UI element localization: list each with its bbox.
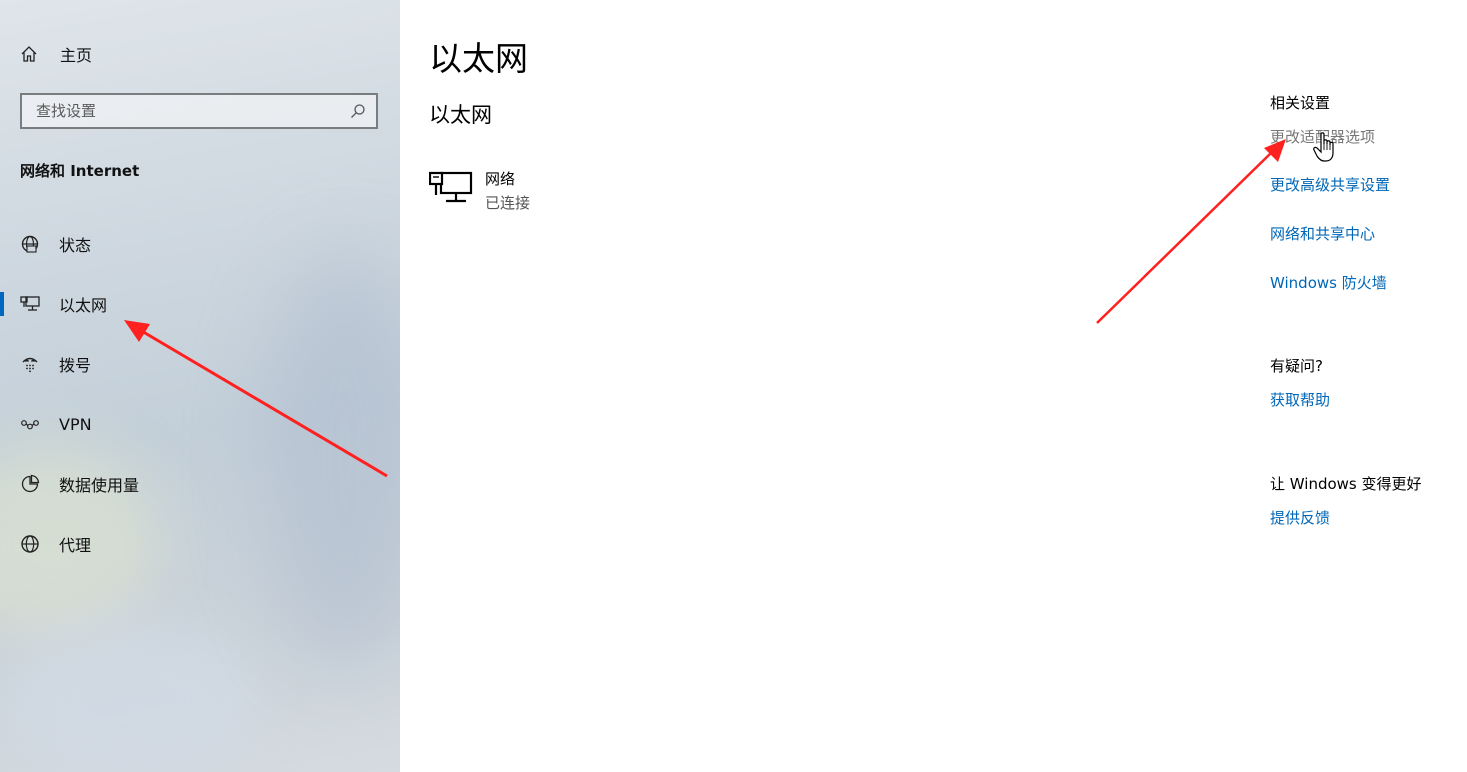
section-title: 网络和 Internet [20, 162, 140, 180]
network-name: 网络 [485, 170, 516, 188]
sidebar-item-label: 数据使用量 [59, 476, 140, 495]
sidebar-item-label: 以太网 [59, 296, 108, 315]
feedback-heading: 让 Windows 变得更好 [1270, 475, 1422, 493]
section-subtitle: 以太网 [429, 103, 492, 127]
ethernet-icon [20, 294, 40, 314]
get-help-link[interactable]: 获取帮助 [1270, 389, 1330, 410]
network-connection-item[interactable]: 网络 已连接 [428, 166, 629, 212]
hand-cursor-icon [1313, 132, 1334, 162]
selection-indicator [0, 292, 4, 316]
windows-firewall-link[interactable]: Windows 防火墙 [1270, 272, 1387, 293]
related-settings-heading: 相关设置 [1270, 94, 1331, 112]
sidebar-item-dialup[interactable]: 拨号 [0, 344, 400, 384]
give-feedback-link[interactable]: 提供反馈 [1270, 507, 1330, 528]
search-input[interactable] [36, 102, 350, 120]
globe-icon [20, 534, 40, 554]
network-status: 已连接 [485, 194, 531, 212]
advanced-sharing-link[interactable]: 更改高级共享设置 [1270, 174, 1390, 195]
home-nav-item[interactable]: 主页 [20, 40, 92, 68]
data-usage-icon [20, 474, 40, 494]
sidebar-item-label: 拨号 [59, 356, 92, 375]
home-label: 主页 [60, 46, 93, 65]
sidebar-item-label: 状态 [59, 236, 92, 255]
dialup-icon [20, 354, 40, 374]
search-icon[interactable] [350, 103, 366, 119]
home-icon [20, 45, 38, 63]
sidebar-item-vpn[interactable]: VPN [0, 404, 400, 444]
help-heading: 有疑问? [1270, 357, 1323, 375]
sidebar-item-label: 代理 [59, 536, 92, 555]
search-box[interactable] [20, 93, 378, 129]
sidebar-item-proxy[interactable]: 代理 [0, 524, 400, 564]
page-title: 以太网 [429, 39, 528, 78]
sidebar-item-ethernet[interactable]: 以太网 [0, 284, 400, 324]
sidebar: 主页 网络和 Internet 状态 以太网 拨号 VPN [0, 0, 400, 772]
sidebar-item-label: VPN [59, 414, 92, 434]
ethernet-icon [428, 168, 473, 206]
globe-status-icon [20, 234, 40, 254]
sidebar-item-status[interactable]: 状态 [0, 224, 400, 264]
sidebar-item-data-usage[interactable]: 数据使用量 [0, 464, 400, 504]
vpn-icon [20, 414, 40, 434]
network-sharing-center-link[interactable]: 网络和共享中心 [1270, 223, 1375, 244]
red-arrow-to-adapter-options [1096, 139, 1286, 324]
